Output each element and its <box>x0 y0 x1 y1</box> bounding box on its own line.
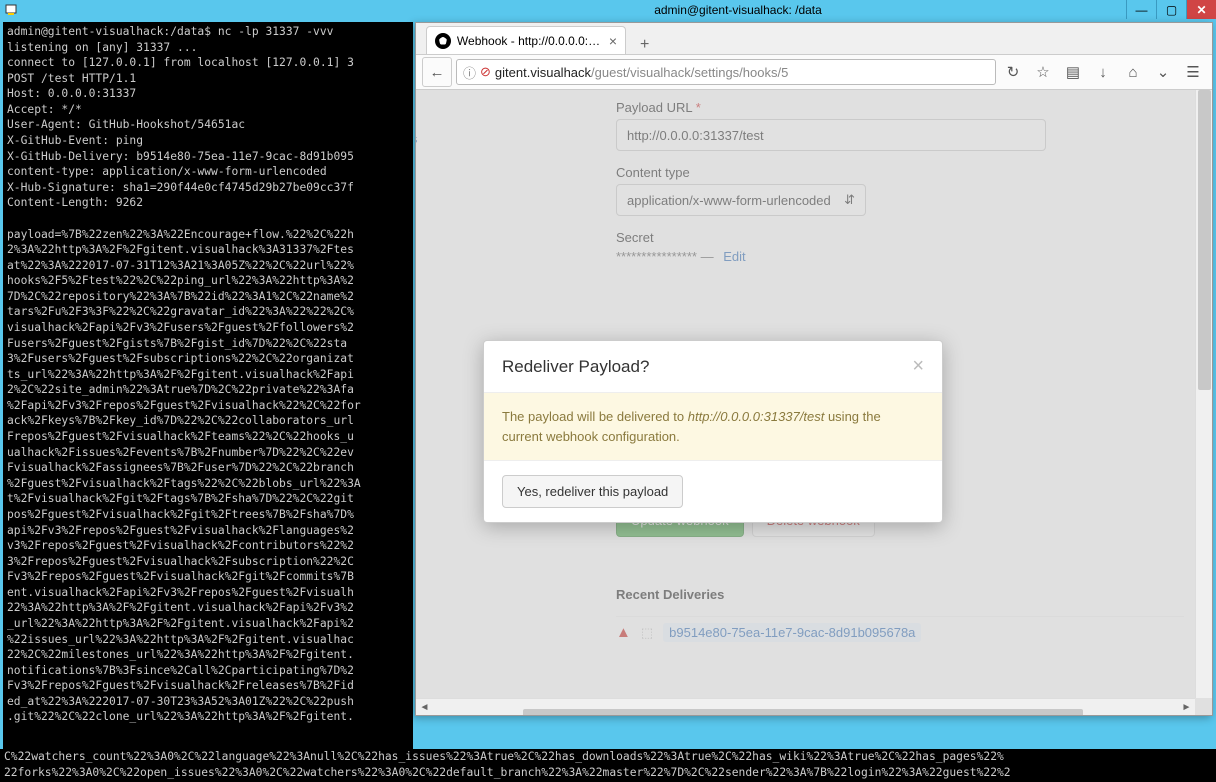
tab-bar: Webhook - http://0.0.0.0:31 × + <box>416 23 1212 55</box>
info-icon[interactable]: ⓘ <box>463 63 476 82</box>
browser-window: Webhook - http://0.0.0.0:31 × + ← ⓘ ⊘ gi… <box>415 22 1213 716</box>
url-bar-row: ← ⓘ ⊘ gitent.visualhack/guest/visualhack… <box>416 55 1212 90</box>
window-title: admin@gitent-visualhack: /data <box>394 3 822 17</box>
terminal-overflow: C%22watchers_count%22%3A0%2C%22language%… <box>0 749 1216 782</box>
insecure-icon: ⊘ <box>480 64 491 80</box>
url-path: /guest/visualhack/settings/hooks/5 <box>591 65 788 80</box>
putty-icon <box>4 2 20 18</box>
github-icon <box>435 33 451 49</box>
scroll-thumb[interactable] <box>523 709 1083 715</box>
redeliver-modal: Redeliver Payload? × The payload will be… <box>483 340 943 523</box>
library-button[interactable]: ▤ <box>1060 59 1086 85</box>
tab-title: Webhook - http://0.0.0.0:31 <box>457 34 601 48</box>
terminal-prompt: admin@gitent-visualhack:/data$ nc -lp 31… <box>7 25 333 38</box>
scroll-left-arrow[interactable]: ◄ <box>416 699 433 716</box>
home-button[interactable]: ⌂ <box>1120 59 1146 85</box>
menu-button[interactable]: ☰ <box>1180 59 1206 85</box>
window-titlebar: admin@gitent-visualhack: /data — ▢ ✕ <box>0 0 1216 19</box>
new-tab-button[interactable]: + <box>634 36 655 54</box>
browser-tab[interactable]: Webhook - http://0.0.0.0:31 × <box>426 26 626 54</box>
reload-button[interactable]: ↻ <box>1000 59 1026 85</box>
page-content: ys ebs Payload URL * http://0.0.0.0:3133… <box>416 90 1212 715</box>
modal-title: Redeliver Payload? <box>502 357 649 377</box>
minimize-button[interactable]: — <box>1126 0 1156 19</box>
redeliver-confirm-button[interactable]: Yes, redeliver this payload <box>502 475 683 508</box>
vertical-scrollbar[interactable] <box>1195 90 1212 698</box>
modal-body: The payload will be delivered to http://… <box>484 392 942 461</box>
horizontal-scrollbar[interactable]: ◄ ► <box>416 698 1195 715</box>
modal-close-button[interactable]: × <box>912 355 924 378</box>
close-button[interactable]: ✕ <box>1186 0 1216 19</box>
back-button[interactable]: ← <box>422 57 452 87</box>
bookmark-button[interactable]: ☆ <box>1030 59 1056 85</box>
main-area: admin@gitent-visualhack:/data$ nc -lp 31… <box>0 19 1216 782</box>
url-bar[interactable]: ⓘ ⊘ gitent.visualhack/guest/visualhack/s… <box>456 59 996 85</box>
scroll-right-arrow[interactable]: ► <box>1178 699 1195 716</box>
downloads-button[interactable]: ↓ <box>1090 59 1116 85</box>
scroll-thumb[interactable] <box>1198 90 1211 390</box>
maximize-button[interactable]: ▢ <box>1156 0 1186 19</box>
terminal[interactable]: admin@gitent-visualhack:/data$ nc -lp 31… <box>3 22 413 779</box>
tab-close-button[interactable]: × <box>609 33 617 49</box>
url-host: gitent.visualhack <box>495 65 591 80</box>
pocket-button[interactable]: ⌄ <box>1150 59 1176 85</box>
